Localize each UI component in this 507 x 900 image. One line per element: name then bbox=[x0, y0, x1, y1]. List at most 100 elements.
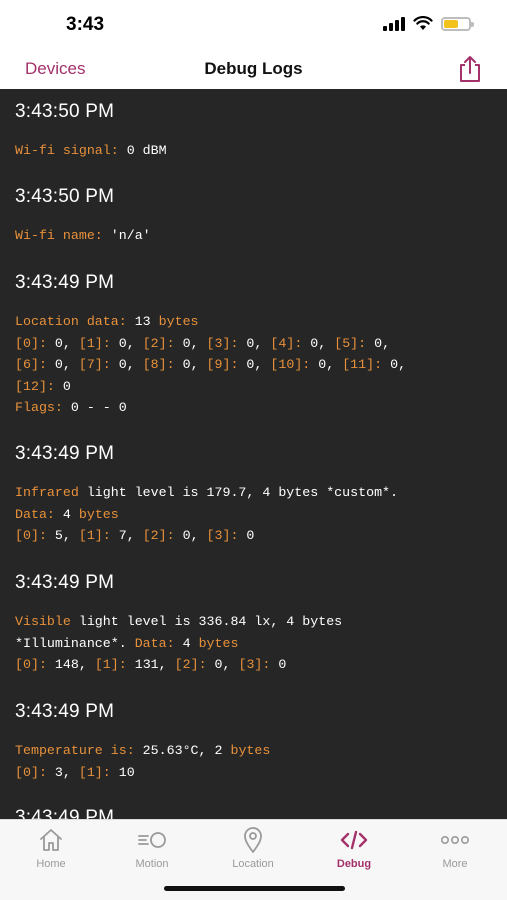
log-body: Location data: 13 bytes [0]: 0, [1]: 0, [… bbox=[15, 311, 497, 419]
log-key: [0]: bbox=[15, 335, 47, 351]
log-key: [12]: bbox=[15, 378, 55, 394]
log-key: Infrared bbox=[15, 485, 79, 500]
log-value: 131, bbox=[126, 657, 175, 672]
tab-more[interactable]: More bbox=[415, 826, 495, 870]
log-key: [3]: bbox=[206, 335, 239, 351]
log-key: [5]: bbox=[334, 335, 367, 351]
log-value: 0, bbox=[46, 357, 79, 372]
log-value: *Illuminance*. bbox=[15, 635, 135, 651]
debug-log-view[interactable]: 3:43:50 PM Wi-fi signal: 0 dBM 3:43:50 P… bbox=[0, 89, 507, 819]
log-line: Wi-fi name: 'n/a' bbox=[15, 225, 497, 247]
log-value: 4 bbox=[174, 635, 199, 651]
cellular-signal-icon bbox=[383, 16, 405, 31]
log-value: 0 bbox=[270, 657, 287, 672]
log-timestamp: 3:43:50 PM bbox=[15, 186, 115, 207]
log-entry: 3:43:50 PM Wi-fi name: 'n/a' bbox=[15, 186, 497, 247]
log-value: 4 bbox=[54, 506, 79, 522]
home-indicator[interactable] bbox=[164, 886, 345, 891]
log-timestamp: 3:43:49 PM bbox=[15, 572, 115, 593]
log-value: 0, bbox=[174, 357, 207, 372]
log-value: 0, bbox=[302, 335, 335, 351]
log-body: Wi-fi name: 'n/a' bbox=[15, 225, 497, 247]
log-value: 0, bbox=[174, 528, 207, 543]
battery-icon bbox=[441, 16, 474, 31]
status-bar: 3:43 bbox=[0, 0, 507, 50]
log-value: 0, bbox=[206, 657, 239, 672]
log-key: [3]: bbox=[206, 528, 239, 543]
log-line: Flags: 0 - - 0 bbox=[15, 397, 497, 419]
battery-level bbox=[444, 19, 459, 28]
log-value: 0, bbox=[174, 335, 207, 351]
log-value: 7, bbox=[110, 528, 143, 543]
log-line: Location data: 13 bytes bbox=[15, 311, 497, 333]
status-time: 3:43 bbox=[66, 14, 105, 35]
motion-icon bbox=[138, 832, 166, 848]
log-key: Data: bbox=[15, 506, 55, 522]
log-line: *Illuminance*. Data: 4 bytes bbox=[15, 633, 497, 655]
log-entry: 3:43:49 PM Visible light level is 336.84… bbox=[15, 572, 497, 676]
tab-debug[interactable]: Debug bbox=[314, 826, 394, 870]
log-value: 0, bbox=[110, 357, 143, 372]
tab-label: Home bbox=[36, 858, 66, 870]
log-entry: 3:43:50 PM Wi-fi signal: 0 dBM bbox=[15, 101, 497, 162]
tab-motion[interactable]: Motion bbox=[112, 826, 192, 870]
log-key: [1]: bbox=[78, 764, 111, 780]
share-icon[interactable] bbox=[457, 55, 483, 83]
log-value: 3, bbox=[46, 764, 79, 780]
log-timestamp: 3:43:49 PM bbox=[15, 443, 115, 464]
log-entry: 3:43:49 PM Location data: 13 bytes [0]: 0… bbox=[15, 272, 497, 419]
log-value: 0 bbox=[54, 378, 71, 394]
log-value: 0, bbox=[382, 357, 407, 372]
tab-label: Location bbox=[232, 858, 274, 870]
log-key: [2]: bbox=[142, 528, 175, 543]
log-key: bytes bbox=[230, 743, 271, 758]
log-value: 0, bbox=[310, 357, 343, 372]
status-icons bbox=[383, 16, 474, 31]
log-key: [0]: bbox=[15, 528, 47, 543]
log-line: [0]: 148, [1]: 131, [2]: 0, [3]: 0 bbox=[15, 654, 497, 676]
log-value: 0, bbox=[238, 335, 271, 351]
log-value: 'n/a' bbox=[102, 228, 151, 243]
log-line: [0]: 5, [1]: 7, [2]: 0, [3]: 0 bbox=[15, 525, 497, 547]
log-line: [0]: 3, [1]: 10 bbox=[15, 762, 497, 784]
log-value: 25.63°C, 2 bbox=[134, 743, 231, 758]
log-line: Infrared light level is 179.7, 4 bytes *… bbox=[15, 482, 497, 504]
log-key: Wi-fi signal: bbox=[15, 143, 119, 158]
log-value: 0 bbox=[238, 528, 255, 543]
log-key: [0]: bbox=[15, 657, 47, 672]
log-value: 13 bbox=[126, 314, 159, 329]
log-key: [0]: bbox=[15, 764, 47, 780]
log-key: bytes bbox=[198, 635, 239, 651]
log-timestamp: 3:43:49 PM bbox=[15, 272, 115, 293]
log-value: 148, bbox=[46, 657, 95, 672]
wifi-icon bbox=[413, 16, 433, 30]
log-line: Temperature is: 25.63°C, 2 bytes bbox=[15, 740, 497, 762]
log-key: [7]: bbox=[78, 357, 111, 372]
home-icon bbox=[40, 829, 62, 851]
tab-home[interactable]: Home bbox=[11, 826, 91, 870]
more-dots-icon bbox=[440, 835, 469, 845]
log-body: Infrared light level is 179.7, 4 bytes *… bbox=[15, 482, 497, 547]
location-pin-icon bbox=[244, 827, 262, 853]
tab-label: Motion bbox=[135, 858, 169, 870]
log-key: [2]: bbox=[174, 657, 207, 672]
log-value: light level is 179.7, 4 bytes *custom*. bbox=[78, 485, 399, 500]
log-value: 5, bbox=[46, 528, 79, 543]
log-key: Wi-fi name: bbox=[15, 228, 103, 243]
log-key: Flags: bbox=[15, 400, 63, 415]
log-key: [1]: bbox=[78, 335, 111, 351]
log-value: 0 - - 0 bbox=[62, 400, 127, 415]
log-key: [4]: bbox=[270, 335, 303, 351]
log-value: 0, bbox=[110, 335, 143, 351]
log-body: Visible light level is 336.84 lx, 4 byte… bbox=[15, 611, 497, 676]
log-entry: 3:43:49 PM Temperature is: 25.63°C, 2 by… bbox=[15, 701, 497, 783]
log-line: [12]: 0 bbox=[15, 376, 497, 398]
tab-label: Debug bbox=[336, 858, 372, 870]
tab-location[interactable]: Location bbox=[213, 826, 293, 870]
log-timestamp: 3:43:49 PM bbox=[15, 701, 115, 722]
log-key: [1]: bbox=[94, 657, 127, 672]
log-value: light level is 336.84 lx, 4 bytes bbox=[70, 614, 343, 629]
log-timestamp: 3:43:50 PM bbox=[15, 101, 115, 122]
log-timestamp: 3:43:49 PM bbox=[15, 807, 115, 819]
log-entry: 3:43:49 PM bbox=[15, 807, 497, 819]
